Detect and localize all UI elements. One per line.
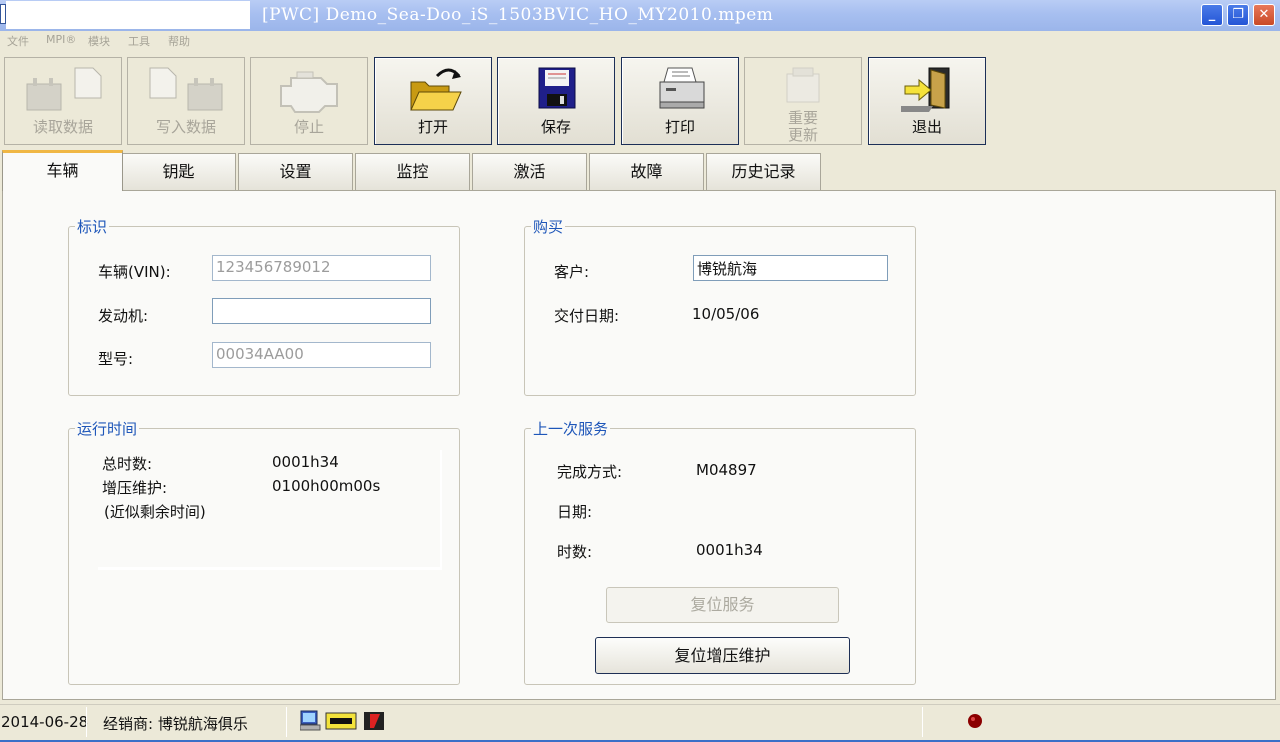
print-label: 打印 — [664, 118, 695, 136]
engine-field[interactable] — [212, 298, 431, 324]
window-title: [PWC] Demo_Sea-Doo_iS_1503BVIC_HO_MY2010… — [262, 5, 774, 25]
service-date-label: 日期: — [557, 503, 593, 521]
stop-button[interactable]: 停止 — [250, 57, 368, 145]
read-data-button[interactable]: 读取数据 — [4, 57, 122, 145]
menu-mpi[interactable]: MPI® — [46, 33, 76, 46]
service-hours-label: 时数: — [557, 543, 593, 561]
delivery-date-value: 10/05/06 — [692, 305, 760, 323]
reset-service-button[interactable]: 复位服务 — [606, 587, 839, 623]
title-bar: [PWC] Demo_Sea-Doo_iS_1503BVIC_HO_MY2010… — [0, 0, 1280, 31]
update-label-line1: 重要 — [787, 109, 818, 127]
menu-tools[interactable]: 工具 — [128, 33, 150, 49]
stop-label: 停止 — [293, 118, 324, 136]
status-bar: 2014-06-28 经销商: 博锐航海俱乐 — [0, 704, 1280, 742]
floppy-disk-icon — [538, 67, 576, 109]
open-folder-icon — [410, 68, 462, 111]
status-date: 2014-06-28 — [1, 713, 89, 731]
print-button[interactable]: 打印 — [621, 57, 739, 145]
computer-icon — [300, 710, 321, 731]
tab-faults[interactable]: 故障 — [589, 153, 704, 190]
restore-button[interactable]: ❐ — [1227, 4, 1249, 26]
total-hours-label: 总时数: — [102, 455, 153, 473]
tab-vehicle[interactable]: 车辆 — [2, 150, 123, 191]
supercharger-value: 0100h00m00s — [272, 477, 381, 495]
exit-button[interactable]: 退出 — [868, 57, 986, 145]
write-data-icon — [149, 67, 223, 111]
customer-field[interactable]: 博锐航海 — [693, 255, 888, 281]
purchase-title: 购买 — [531, 216, 566, 237]
model-field[interactable]: 00034AA00 — [212, 342, 431, 368]
printer-icon — [659, 67, 705, 109]
done-by-label: 完成方式: — [557, 463, 623, 481]
customer-label: 客户: — [554, 263, 590, 281]
status-separator — [86, 707, 87, 737]
identification-title: 标识 — [75, 216, 110, 237]
exit-label: 退出 — [911, 118, 942, 136]
minimize-button[interactable]: _ — [1201, 4, 1223, 26]
menu-module[interactable]: 模块 — [88, 33, 110, 49]
update-button[interactable]: 重要 更新 — [744, 57, 862, 145]
update-label: 重要 更新 — [745, 110, 861, 144]
open-label: 打开 — [417, 118, 448, 136]
model-label: 型号: — [98, 350, 134, 368]
supercharger-label: 增压维护: — [102, 479, 168, 497]
approx-remaining-label: (近似剩余时间) — [104, 503, 206, 521]
status-led-icon — [968, 714, 982, 728]
tab-history[interactable]: 历史记录 — [706, 153, 821, 190]
reset-supercharger-button[interactable]: 复位增压维护 — [595, 637, 850, 674]
title-blank-area — [6, 1, 250, 29]
write-data-label: 写入数据 — [155, 118, 216, 136]
status-separator — [922, 707, 923, 737]
save-label: 保存 — [540, 118, 571, 136]
vin-field[interactable]: 123456789012 — [212, 255, 431, 281]
vin-label: 车辆(VIN): — [98, 263, 171, 281]
interface-adapter-icon — [325, 712, 357, 730]
total-hours-value: 0001h34 — [272, 453, 339, 471]
engine-stop-icon — [280, 71, 338, 113]
vehicle-link-icon — [364, 712, 384, 730]
tab-keys[interactable]: 钥匙 — [121, 153, 236, 190]
service-hours-value: 0001h34 — [696, 541, 763, 559]
tab-settings[interactable]: 设置 — [238, 153, 353, 190]
last-service-title: 上一次服务 — [531, 418, 611, 439]
read-data-label: 读取数据 — [32, 118, 93, 136]
save-button[interactable]: 保存 — [497, 57, 615, 145]
update-icon — [786, 67, 820, 103]
delivery-date-label: 交付日期: — [554, 307, 620, 325]
tab-monitoring[interactable]: 监控 — [355, 153, 470, 190]
close-button[interactable]: ✕ — [1253, 4, 1275, 26]
status-dealer: 经销商: 博锐航海俱乐 — [103, 715, 248, 733]
connection-status-icons — [300, 710, 384, 731]
open-button[interactable]: 打开 — [374, 57, 492, 145]
done-by-value: M04897 — [696, 461, 757, 479]
write-data-button[interactable]: 写入数据 — [127, 57, 245, 145]
read-data-icon — [26, 67, 102, 111]
runtime-title: 运行时间 — [75, 418, 140, 439]
menu-help[interactable]: 帮助 — [168, 33, 190, 49]
engine-label: 发动机: — [98, 307, 149, 325]
update-label-line2: 更新 — [787, 126, 818, 144]
status-separator — [286, 707, 287, 737]
tab-activation[interactable]: 激活 — [472, 153, 587, 190]
menu-file[interactable]: 文件 — [7, 33, 29, 49]
menu-bar: 文件 MPI® 模块 工具 帮助 — [0, 31, 1280, 52]
exit-door-icon — [901, 67, 950, 112]
